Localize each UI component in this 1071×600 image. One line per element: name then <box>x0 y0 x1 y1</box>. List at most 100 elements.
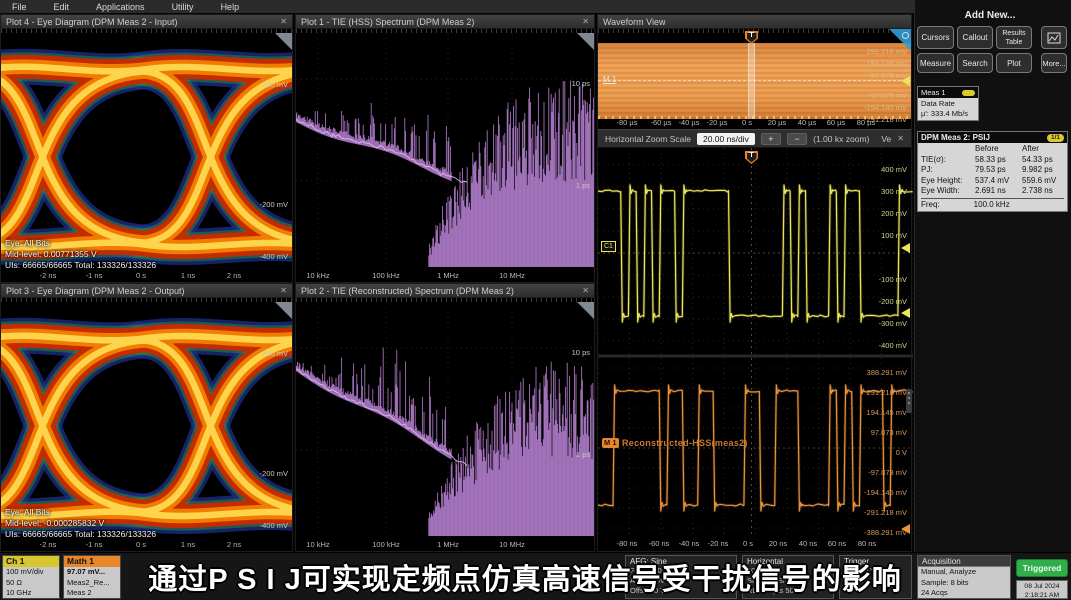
dpm-row-eyewidth-after: 2.738 ns <box>1022 186 1065 197</box>
results-table-button[interactable]: Results Table <box>996 26 1032 49</box>
plot2-resize-corner-icon[interactable] <box>577 302 594 319</box>
meas1-title: Meas 1 <box>921 88 946 97</box>
zoom-x-tick-1: -60 ns <box>649 539 670 548</box>
menu-item-3[interactable]: Utility <box>172 2 194 12</box>
math1-meas: Meas 2 <box>67 588 120 599</box>
zoom-in-button[interactable]: + <box>761 133 781 145</box>
overview-x-tick-8: 80 µs <box>857 118 876 127</box>
dpm-page-badge[interactable]: 1/1 <box>1047 134 1064 142</box>
screen-capture-icon-button[interactable] <box>1041 26 1067 49</box>
waveform-view-title-bar[interactable]: Waveform View <box>598 15 911 29</box>
triggered-status-button[interactable]: Triggered <box>1016 559 1068 577</box>
zoom-x-tick-2: -40 ns <box>679 539 700 548</box>
time-label: 2:18:21 AM <box>1017 591 1067 600</box>
math1-settings-badge[interactable]: Math 1 97.07 mV... Meas2_Re... Meas 2 <box>63 555 121 599</box>
waveform-zoom-canvas <box>598 148 913 537</box>
waveform-overview: T M 1 291.218 mV194.145 mV97.073 mV-97.0… <box>598 29 911 129</box>
plot1-resize-corner-icon[interactable] <box>577 33 594 50</box>
date-label: 08 Jul 2024 <box>1017 582 1067 591</box>
more-button[interactable]: More... <box>1041 53 1067 73</box>
meas1-indicator-pill <box>962 90 975 96</box>
math1-ground-arrow[interactable] <box>901 524 910 534</box>
plot2-close-icon[interactable]: ✕ <box>582 286 589 295</box>
menu-item-2[interactable]: Applications <box>96 2 145 12</box>
splitter-handle[interactable] <box>906 389 912 413</box>
plot1-title: Plot 1 - TIE (HSS) Spectrum (DPM Meas 2) <box>301 17 474 27</box>
plot4-close-icon[interactable]: ✕ <box>280 17 287 26</box>
overview-ground-arrow[interactable] <box>901 76 910 86</box>
overview-zoom-magnifier-icon[interactable] <box>889 29 911 51</box>
meas1-type: Data Rate <box>921 99 975 109</box>
overview-math1-badge[interactable]: M 1 <box>603 75 616 84</box>
plot3-close-icon[interactable]: ✕ <box>280 286 287 295</box>
waveform-view-title: Waveform View <box>603 17 666 27</box>
dpm-results-table: Before After TIE(σ): 58.33 ps 54.33 ps P… <box>921 144 1064 197</box>
plot4-stat-midlevel: Mid-level: 0.00771355 V <box>5 249 156 260</box>
overview-zoom-window[interactable] <box>748 43 755 119</box>
meas1-value: µ': 333.4 Mb/s <box>921 109 975 119</box>
plot3-stat-midlevel: Mid-level: -0.000285832 V <box>5 518 156 529</box>
cursors-button[interactable]: Cursors <box>917 26 954 49</box>
channel1-badge[interactable]: C1 <box>601 241 616 252</box>
math1-waveform-badge[interactable]: M 1 <box>602 438 619 448</box>
plot3-plot-area: 200 mV-200 mV-400 mV Eye: All Bits Mid-l… <box>1 302 292 551</box>
dpm-row-tie-before: 58.33 ps <box>975 155 1022 166</box>
zoom-x-tick-5: 20 ns <box>769 539 787 548</box>
ch1-ground-arrow[interactable] <box>901 243 910 253</box>
plot2-tie-recon-panel: Plot 2 - TIE (Reconstructed) Spectrum (D… <box>295 283 595 552</box>
plot1-tie-hss-panel: Plot 1 - TIE (HSS) Spectrum (DPM Meas 2)… <box>295 14 595 283</box>
plot3-title-bar[interactable]: Plot 3 - Eye Diagram (DPM Meas 2 - Outpu… <box>1 284 292 298</box>
zoom-factor-label: (1.00 kx zoom) <box>813 134 869 144</box>
ch1-termination: 50 Ω <box>6 578 59 589</box>
zoom-ver-label: Ve <box>881 134 891 144</box>
plot4-stat-uis: UIs: 66665/66665 Total: 133326/133326 <box>5 260 156 271</box>
plot1-plot-area: 10 ps1 ps 10 kHz100 kHz1 MHz10 MHz <box>296 33 594 282</box>
measure-button[interactable]: Measure <box>917 53 954 73</box>
dpm-row-eyewidth-label: Eye Width: <box>921 186 975 197</box>
dpm-title: DPM Meas 2: PSIJ <box>921 133 990 142</box>
menu-item-4[interactable]: Help <box>221 2 240 12</box>
search-button[interactable]: Search <box>957 53 993 73</box>
plot3-stat-eye: Eye: All Bits <box>5 507 156 518</box>
datetime-display: 08 Jul 2024 2:18:21 AM <box>1016 580 1068 599</box>
menu-item-0[interactable]: File <box>12 2 27 12</box>
plot4-stat-eye: Eye: All Bits <box>5 238 156 249</box>
plot3-eye-stats: Eye: All Bits Mid-level: -0.000285832 V … <box>5 507 156 540</box>
plot4-resize-corner-icon[interactable] <box>275 33 292 50</box>
menu-item-1[interactable]: Edit <box>54 2 70 12</box>
zoom-close-icon[interactable]: ✕ <box>897 134 904 143</box>
zoom-scale-value[interactable]: 20.00 ns/div <box>697 133 755 145</box>
acquisition-title: Acquisition <box>918 556 1010 567</box>
acquisition-mode: Manual, Analyze <box>921 567 1010 578</box>
zoom-scale-label: Horizontal Zoom Scale <box>605 134 691 144</box>
menu-bar: File Edit Applications Utility Help <box>0 0 1071 13</box>
right-control-panel: Add New... Cursors Callout Results Table… <box>914 0 1071 552</box>
dpm-col-after: After <box>1022 144 1065 155</box>
plot3-resize-corner-icon[interactable] <box>275 302 292 319</box>
zoom-out-button[interactable]: − <box>787 133 807 145</box>
ch1-settings-badge[interactable]: Ch 1 100 mV/div 50 Ω 10 GHz <box>2 555 60 599</box>
plot2-title-bar[interactable]: Plot 2 - TIE (Reconstructed) Spectrum (D… <box>296 284 594 298</box>
acquisition-badge[interactable]: Acquisition Manual, Analyze Sample: 8 bi… <box>917 555 1011 599</box>
dpm-row-pj-before: 79.53 ps <box>975 165 1022 176</box>
dpm-row-tie-label: TIE(σ): <box>921 155 975 166</box>
tie-hss-spectrum-canvas <box>296 33 594 282</box>
plot1-title-bar[interactable]: Plot 1 - TIE (HSS) Spectrum (DPM Meas 2)… <box>296 15 594 29</box>
zoom-x-tick-4: 0 s <box>743 539 753 548</box>
plot4-title-bar[interactable]: Plot 4 - Eye Diagram (DPM Meas 2 - Input… <box>1 15 292 29</box>
plot1-close-icon[interactable]: ✕ <box>582 17 589 26</box>
overview-x-tick-2: -40 µs <box>679 118 700 127</box>
plot2-title: Plot 2 - TIE (Reconstructed) Spectrum (D… <box>301 286 514 296</box>
dpm-meas2-results-card[interactable]: DPM Meas 2: PSIJ 1/1 Before After TIE(σ)… <box>917 131 1068 212</box>
callout-button[interactable]: Callout <box>957 26 993 49</box>
dpm-freq-value: 100.0 kHz <box>974 200 1010 210</box>
trigger-level-arrow[interactable] <box>901 308 910 318</box>
zoom-x-axis: -80 ns-60 ns-40 ns-20 ns0 s20 ns40 ns60 … <box>598 539 911 551</box>
plot4-title: Plot 4 - Eye Diagram (DPM Meas 2 - Input… <box>6 17 178 27</box>
math1-scale: 97.07 mV... <box>67 567 120 578</box>
plot-button[interactable]: Plot <box>996 53 1032 73</box>
add-new-heading: Add New... <box>915 10 1065 21</box>
dpm-row-eyeheight-label: Eye Height: <box>921 176 975 187</box>
meas1-badge[interactable]: Meas 1 Data Rate µ': 333.4 Mb/s <box>917 86 979 121</box>
dpm-freq-row: Freq: 100.0 kHz <box>921 198 1064 210</box>
